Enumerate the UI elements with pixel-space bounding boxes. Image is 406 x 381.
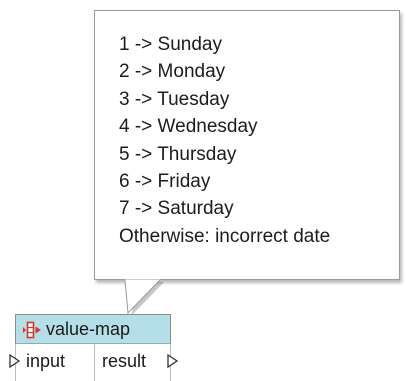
input-port-label: input bbox=[26, 351, 66, 371]
tooltip-line: 7 -> Saturday bbox=[119, 198, 234, 220]
input-port-arrow-icon[interactable] bbox=[9, 354, 20, 368]
tooltip-line: 1 -> Sunday bbox=[119, 34, 222, 55]
value-map-component[interactable]: value-map input result bbox=[9, 314, 189, 381]
component-title: value-map bbox=[46, 319, 131, 339]
tooltip-mapping-list: 1 -> Sunday 2 -> Monday 3 -> Tuesday 4 -… bbox=[119, 31, 330, 250]
result-port-arrow-icon[interactable] bbox=[167, 354, 178, 368]
mapping-canvas: 1 -> Sunday 2 -> Monday 3 -> Tuesday 4 -… bbox=[0, 0, 406, 381]
result-port-label: result bbox=[102, 351, 147, 371]
tooltip-line: 6 -> Friday bbox=[119, 171, 211, 193]
value-map-icon bbox=[23, 321, 41, 339]
port-divider bbox=[94, 344, 95, 381]
tooltip-line: Otherwise: incorrect date bbox=[119, 225, 331, 247]
component-header[interactable]: value-map bbox=[15, 314, 171, 344]
tooltip-line: 5 -> Thursday bbox=[119, 143, 237, 165]
tooltip-line: 4 -> Wednesday bbox=[119, 116, 258, 138]
tooltip-line: 3 -> Tuesday bbox=[119, 88, 230, 110]
tooltip-line: 2 -> Monday bbox=[119, 61, 226, 83]
component-ports: input result bbox=[15, 344, 171, 381]
value-map-tooltip: 1 -> Sunday 2 -> Monday 3 -> Tuesday 4 -… bbox=[94, 10, 400, 280]
